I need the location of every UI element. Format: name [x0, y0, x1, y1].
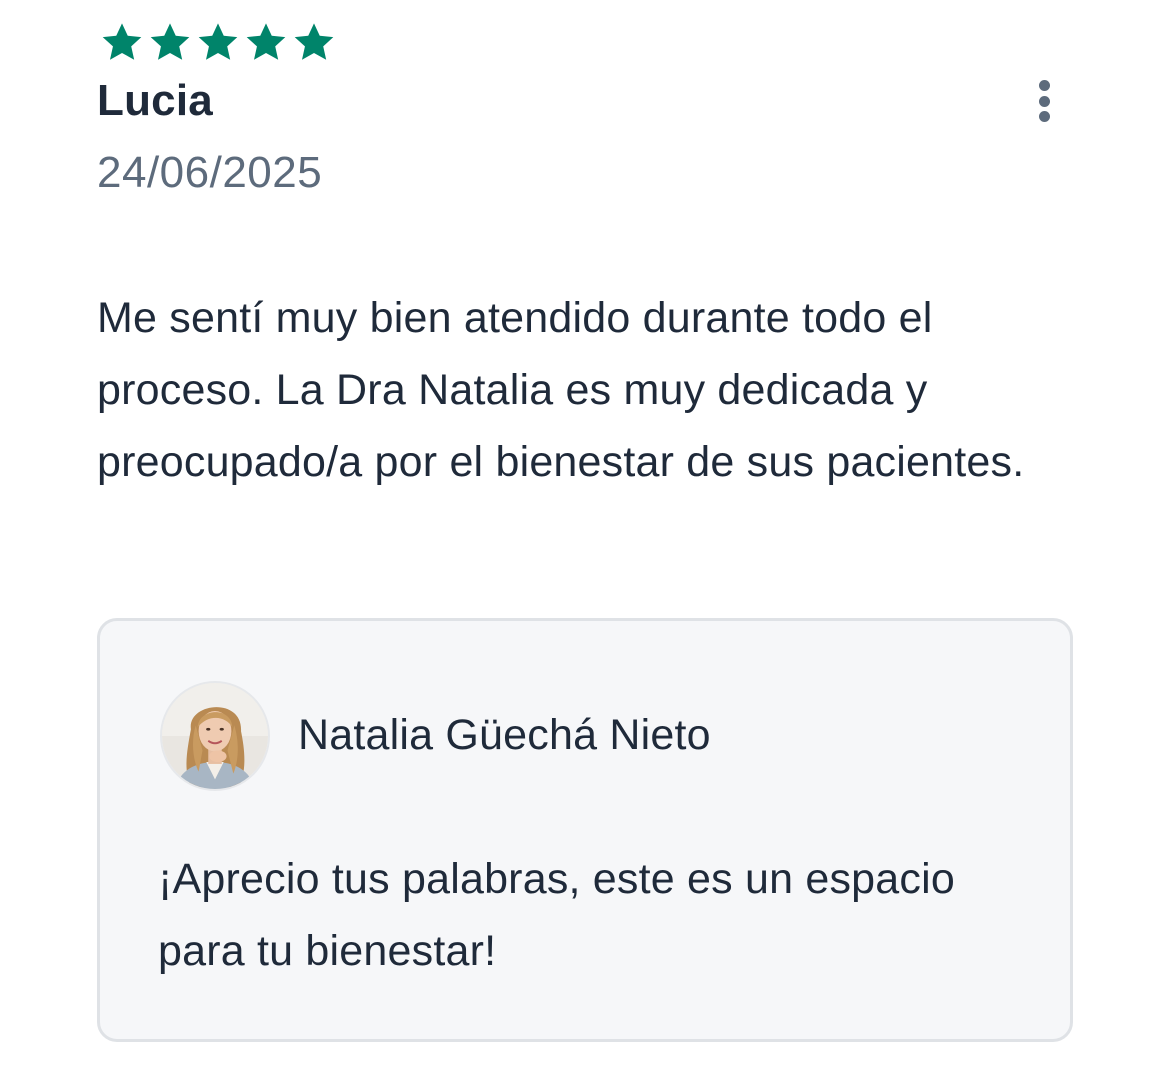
star-icon	[245, 22, 287, 62]
star-icon	[101, 22, 143, 62]
star-icon	[293, 22, 335, 62]
profile-photo	[162, 683, 268, 789]
more-vertical-icon	[1038, 80, 1050, 91]
reply-text: ¡Aprecio tus palabras, este es un espaci…	[158, 855, 955, 975]
more-options-button[interactable]	[1022, 76, 1066, 126]
review-date: 24/06/2025	[97, 148, 323, 197]
star-icon	[197, 22, 239, 62]
review-text: Me sentí muy bien atendido durante todo …	[97, 294, 1025, 486]
replier-name: Natalia Güechá Nieto	[298, 711, 711, 759]
review-card: Lucia 24/06/2025 Me sentí muy bien atend…	[97, 0, 1073, 1071]
star-rating	[101, 22, 335, 62]
avatar	[160, 681, 270, 791]
reviewer-name: Lucia	[97, 76, 213, 125]
star-icon	[149, 22, 191, 62]
doctor-reply: Natalia Güechá Nieto ¡Aprecio tus palabr…	[97, 618, 1073, 1042]
